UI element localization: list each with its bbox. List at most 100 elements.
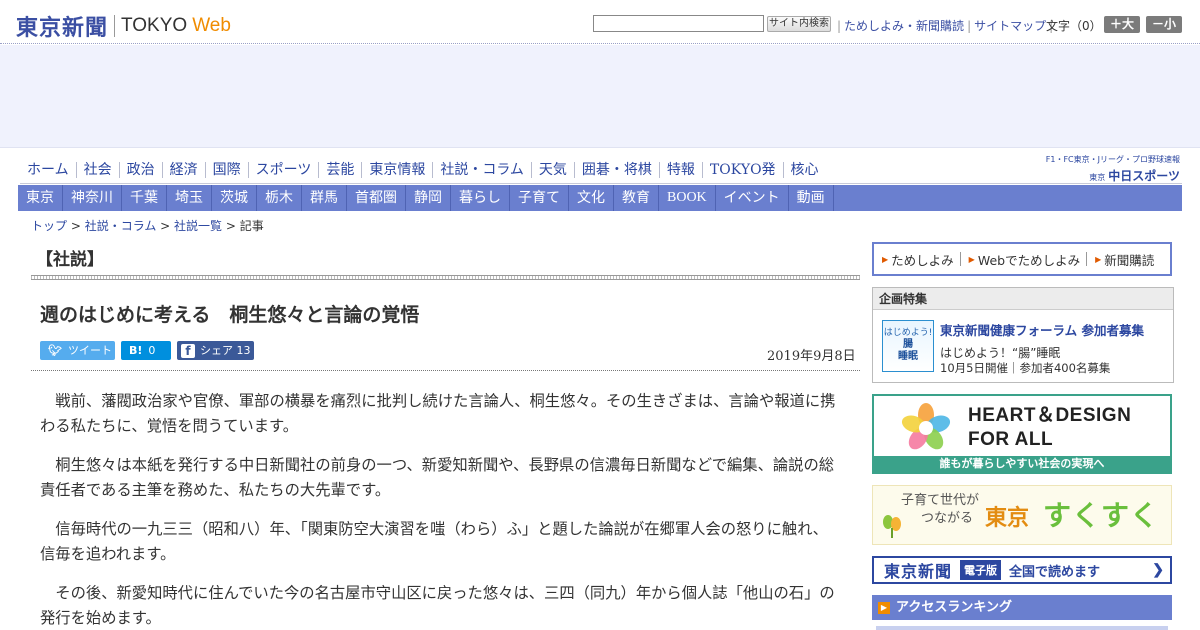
digital-edition-tag: 電子版: [960, 560, 1002, 580]
region-item-tokyo[interactable]: 東京: [18, 185, 63, 211]
heart-title-line2: FOR ALL: [968, 429, 1054, 450]
nav-item-tokyo-info[interactable]: 東京情報: [361, 162, 432, 178]
logo-japanese: 東京新聞: [16, 16, 109, 41]
facebook-share-button[interactable]: f シェア 13: [177, 341, 254, 360]
search-input[interactable]: [593, 15, 764, 32]
chunichi-tagline: F1・FC東京・Jリーグ・プロ野球速報: [1045, 155, 1180, 164]
tokyo-sukusuku-banner[interactable]: 子育て世代が つながる 東京 すくすく: [872, 485, 1172, 545]
feature-title-link[interactable]: 東京新聞健康フォーラム 参加者募集: [940, 320, 1144, 339]
nav-item-politics[interactable]: 政治: [118, 162, 162, 178]
region-nav: 東京 神奈川 千葉 埼玉 茨城 栃木 群馬 首都圏 静岡 暮らし 子育て 文化 …: [18, 185, 1182, 211]
access-ranking-title: アクセスランキング: [896, 600, 1012, 615]
logo-divider: [114, 15, 116, 37]
breadcrumb-editorial-list[interactable]: 社説一覧: [174, 219, 222, 233]
nav-item-weather[interactable]: 天気: [530, 162, 574, 178]
ranking-tabs[interactable]: [876, 626, 1168, 630]
region-item-tochigi[interactable]: 栃木: [257, 185, 302, 211]
nav-item-home[interactable]: ホーム: [20, 162, 76, 178]
chunichi-logo: 東京 中日スポーツ: [1025, 167, 1180, 184]
region-item-education[interactable]: 教育: [614, 185, 659, 211]
search-button[interactable]: サイト内検索: [767, 16, 831, 32]
digital-edition-banner[interactable]: 東京新聞 電子版 全国で読めます ❯: [872, 556, 1172, 584]
nav-item-core[interactable]: 核心: [782, 162, 826, 178]
region-item-ibaraki[interactable]: 茨城: [212, 185, 257, 211]
heart-design-title: HEART＆DESIGN FOR ALL: [968, 404, 1131, 452]
web-trial-read-label: Webでためしよみ: [977, 252, 1081, 268]
breadcrumb-editorial[interactable]: 社説・コラム: [85, 219, 157, 233]
flower-logo-icon: [901, 403, 951, 450]
article-date: 2019年9月8日: [767, 349, 856, 364]
font-size-increase-button[interactable]: ＋大: [1104, 16, 1140, 33]
region-item-culture[interactable]: 文化: [569, 185, 614, 211]
play-icon: ▶: [878, 601, 890, 614]
region-item-parenting[interactable]: 子育て: [510, 185, 569, 211]
article-divider: [31, 370, 860, 371]
region-item-shizuoka[interactable]: 静岡: [406, 185, 451, 211]
digital-edition-text: 全国で読めます: [1009, 564, 1101, 580]
nav-item-society[interactable]: 社会: [75, 162, 119, 178]
heart-design-banner[interactable]: HEART＆DESIGN FOR ALL 誰もが暮らしやすい社会の実現へ: [872, 394, 1172, 474]
font-size-decrease-button[interactable]: －小: [1146, 16, 1182, 33]
section-divider: [31, 275, 860, 280]
web-trial-read-link[interactable]: ▶ Webでためしよみ: [961, 250, 1086, 269]
thumb-mid-text: 腸: [903, 339, 913, 350]
region-item-living[interactable]: 暮らし: [451, 185, 510, 211]
triangle-icon: ▶: [968, 254, 975, 264]
sprout-icon: [883, 515, 901, 538]
feature-heading: 企画特集: [873, 288, 1173, 310]
feature-thumbnail[interactable]: はじめよう! 腸 睡眠: [882, 320, 934, 372]
hatena-bookmark-button[interactable]: B! 0: [121, 341, 171, 360]
nav-item-special-report[interactable]: 特報: [658, 162, 702, 178]
thumb-bottom-text: 睡眠: [898, 351, 918, 362]
facebook-share-label: シェア: [200, 344, 233, 357]
logo-english: TOKYO: [121, 15, 188, 36]
sukusuku-tokyo: 東京: [985, 506, 1030, 531]
heart-title-line1: HEART＆DESIGN: [968, 405, 1132, 426]
feature-subtitle: はじめよう！“腸”睡眠: [940, 346, 1061, 360]
region-item-chiba[interactable]: 千葉: [122, 185, 167, 211]
facebook-icon: f: [181, 343, 195, 358]
region-item-saitama[interactable]: 埼玉: [167, 185, 212, 211]
subscription-link[interactable]: ▶ 新聞購読: [1087, 250, 1160, 269]
article-title: 週のはじめに考える 桐生悠々と言論の覚悟: [40, 304, 420, 326]
subscribe-link[interactable]: ためしよみ・新聞購読: [844, 19, 964, 33]
site-logo[interactable]: 東京新聞 TOKYO Web: [16, 10, 231, 42]
article-paragraph: 信毎時代の一九三三（昭和八）年、「関東防空大演習を嗤（わら）ふ」と題した論説が在…: [40, 520, 828, 563]
facebook-share-count: 13: [236, 344, 251, 357]
sitemap-link[interactable]: サイトマップ: [974, 19, 1046, 33]
nav-item-economy[interactable]: 経済: [161, 162, 205, 178]
feature-box: 企画特集 はじめよう! 腸 睡眠 東京新聞健康フォーラム 参加者募集 はじめよう…: [872, 287, 1174, 383]
nav-item-international[interactable]: 国際: [204, 162, 248, 178]
region-item-gunma[interactable]: 群馬: [302, 185, 347, 211]
region-item-video[interactable]: 動画: [789, 185, 834, 211]
breadcrumb-top[interactable]: トップ: [31, 219, 67, 233]
region-item-kanagawa[interactable]: 神奈川: [63, 185, 122, 211]
nav-item-sports[interactable]: スポーツ: [247, 162, 319, 178]
breadcrumb: トップ > 社説・コラム > 社説一覧 > 記事: [31, 219, 264, 233]
nav-item-tokyo-hatsu[interactable]: TOKYO発: [701, 162, 783, 178]
article-paragraph: 戦前、藩閥政治家や官僚、軍部の横暴を痛烈に批判し続けた言論人、桐生悠々。その生き…: [40, 392, 836, 435]
access-ranking-header: ▶ アクセスランキング: [872, 595, 1172, 620]
tweet-button[interactable]: 🐦︎ ツイート: [40, 341, 115, 360]
sukusuku-tagline-line1: 子育て世代が: [901, 493, 980, 508]
divider: |: [837, 19, 842, 33]
nav-item-go-shogi[interactable]: 囲碁・将棋: [573, 162, 659, 178]
hatena-bookmark-icon: B!: [129, 344, 143, 357]
nav-item-editorial[interactable]: 社説・コラム: [432, 162, 531, 178]
digital-edition-logo: 東京新聞: [884, 562, 953, 581]
region-item-book[interactable]: BOOK: [659, 185, 716, 211]
site-header: 東京新聞 TOKYO Web サイト内検索 | ためしよみ・新聞購読 | サイトマップ…: [0, 0, 1200, 44]
thumb-top-text: はじめよう!: [883, 328, 933, 338]
nav-item-entertainment[interactable]: 芸能: [318, 162, 361, 178]
chevron-right-icon: ❯: [1152, 562, 1164, 578]
chunichi-sports-link[interactable]: F1・FC東京・Jリーグ・プロ野球速報 東京 中日スポーツ: [1025, 154, 1180, 184]
subscribe-links-box: ▶ ためしよみ ▶ Webでためしよみ ▶ 新聞購読: [872, 242, 1172, 276]
region-item-metro[interactable]: 首都圏: [347, 185, 406, 211]
trial-read-link[interactable]: ▶ ためしよみ: [874, 250, 960, 269]
trial-read-label: ためしよみ: [891, 252, 954, 268]
region-item-event[interactable]: イベント: [716, 185, 789, 211]
triangle-icon: ▶: [882, 254, 889, 264]
divider: |: [967, 19, 972, 33]
triangle-icon: ▶: [1095, 254, 1102, 264]
twitter-bird-icon: 🐦︎: [48, 344, 62, 357]
